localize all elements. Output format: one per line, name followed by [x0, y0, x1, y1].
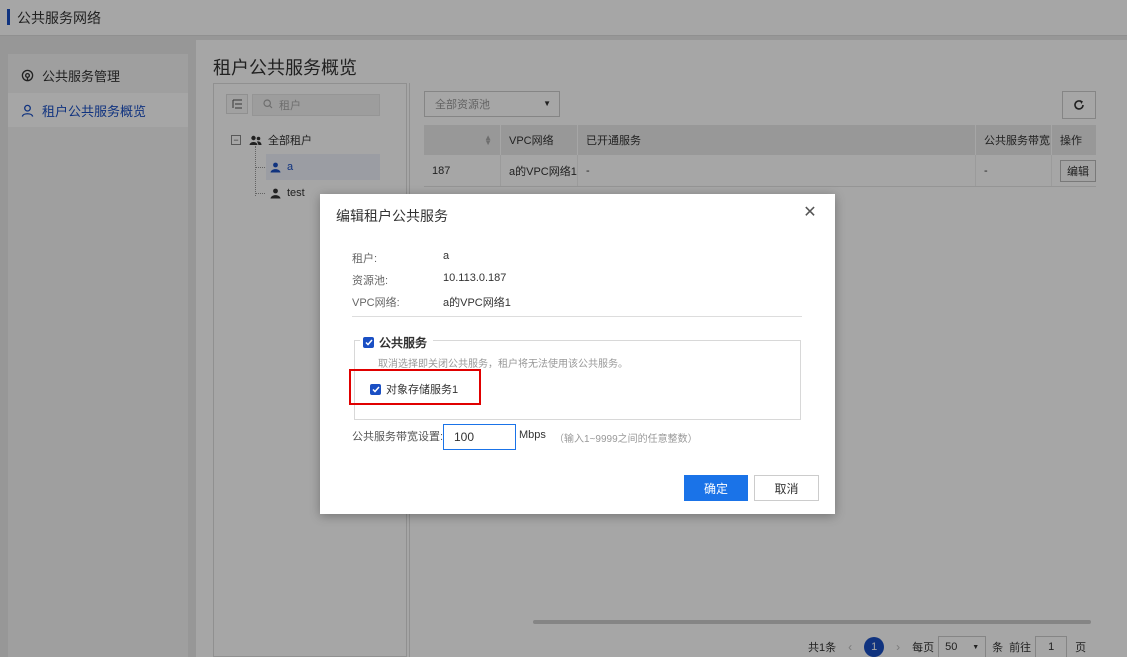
- public-service-group-checkbox[interactable]: 公共服务: [360, 334, 434, 351]
- checkbox-checked-icon[interactable]: [363, 337, 374, 348]
- confirm-button[interactable]: 确定: [684, 475, 748, 501]
- group-label: 公共服务: [379, 336, 428, 350]
- info-value-tenant: a: [443, 250, 450, 262]
- cancel-button[interactable]: 取消: [754, 475, 819, 501]
- bandwidth-input[interactable]: [443, 424, 516, 450]
- close-icon[interactable]: ✕: [802, 205, 818, 221]
- divider: [352, 316, 802, 317]
- info-label-tenant: 租户:: [352, 253, 378, 265]
- dialog-title: 编辑租户公共服务: [336, 208, 448, 224]
- info-value-pool: 10.113.0.187: [443, 272, 507, 284]
- group-hint: 取消选择即关闭公共服务，租户将无法使用该公共服务。: [378, 359, 628, 370]
- highlight-box: [349, 369, 481, 405]
- bandwidth-label: 公共服务带宽设置:: [352, 431, 444, 443]
- info-value-vpc: a的VPC网络1: [443, 297, 511, 309]
- info-label-vpc: VPC网络:: [352, 297, 400, 309]
- info-label-pool: 资源池:: [352, 275, 389, 287]
- bandwidth-unit: Mbps: [519, 429, 546, 441]
- bandwidth-hint: （输入1~9999之间的任意整数）: [554, 434, 698, 445]
- edit-tenant-service-dialog: 编辑租户公共服务 ✕ 租户: a 资源池: 10.113.0.187 VPC网络…: [320, 194, 835, 514]
